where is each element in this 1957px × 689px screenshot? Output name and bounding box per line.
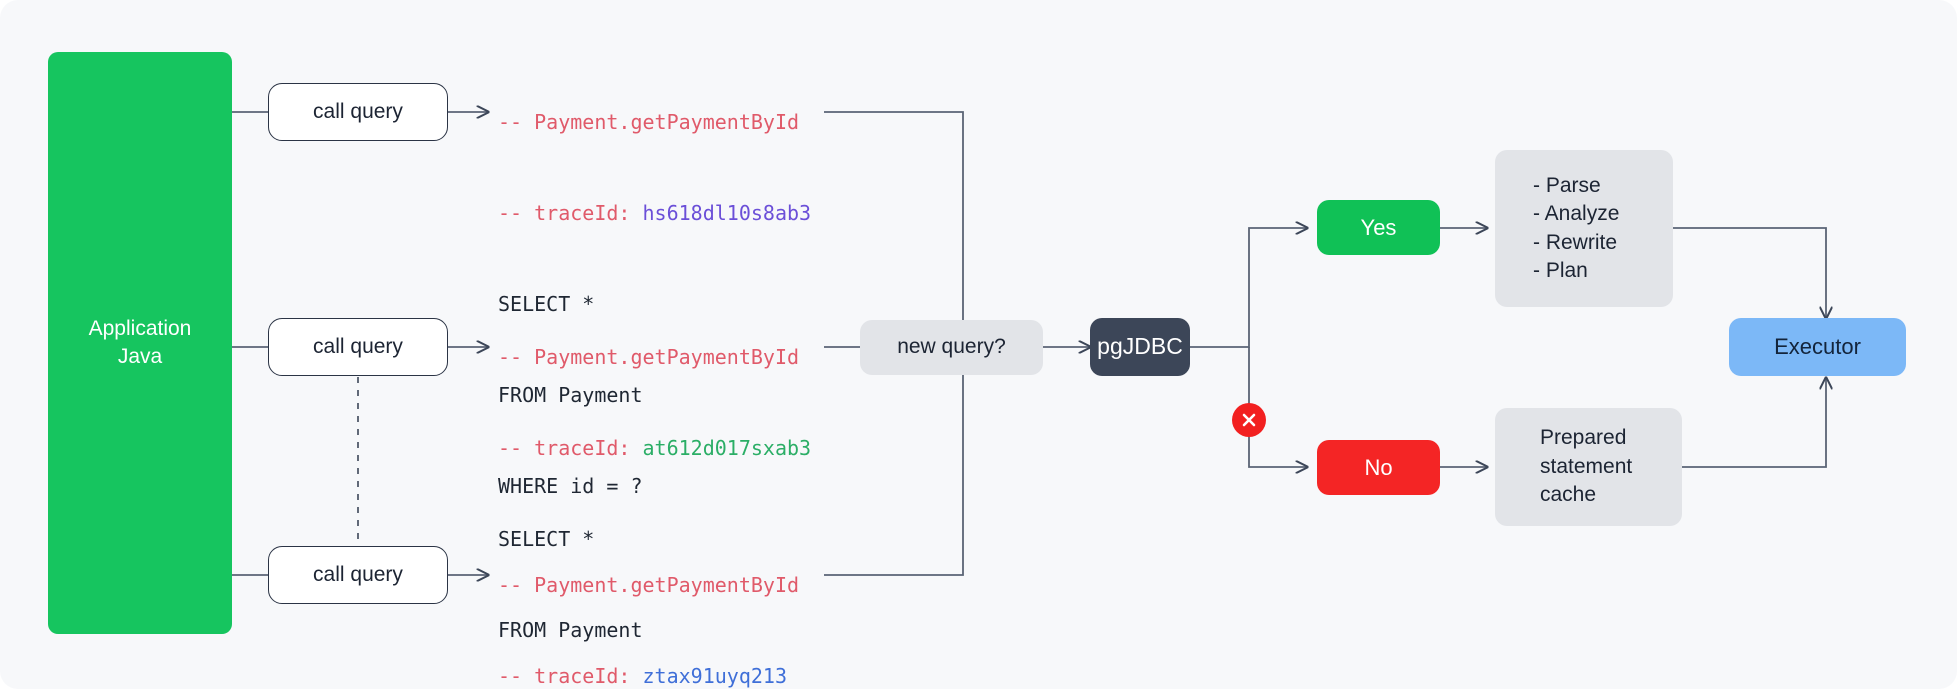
sql-3-trace-line: -- traceId: ztax91uyq213 xyxy=(498,661,799,689)
wire-cache-to-executor xyxy=(1682,378,1826,468)
planner-step-parse: - Parse xyxy=(1533,173,1601,197)
node-call-query-3[interactable]: call query xyxy=(268,546,448,604)
wire-sql1-to-decision xyxy=(824,111,964,347)
call-query-label-3: call query xyxy=(313,562,403,586)
node-executor[interactable]: Executor xyxy=(1729,318,1906,376)
planner-step-plan: - Plan xyxy=(1533,258,1588,282)
sql-3-comment: -- Payment.getPaymentById xyxy=(498,572,800,597)
node-pgjdbc[interactable]: pgJDBC xyxy=(1090,318,1190,376)
node-prepared-statement-cache[interactable]: Prepared statement cache xyxy=(1495,408,1682,526)
sql-2-trace-label: -- traceId: xyxy=(498,435,643,460)
cache-line-2: statement xyxy=(1540,454,1633,478)
sql-1-trace-label: -- traceId: xyxy=(498,200,643,225)
no-label: No xyxy=(1364,454,1393,480)
sql-1-trace-id: hs618dl10s8ab3 xyxy=(642,200,812,225)
node-yes[interactable]: Yes xyxy=(1317,200,1440,255)
cache-line-3: cache xyxy=(1540,483,1597,507)
sql-1-trace-line: -- traceId: hs618dl10s8ab3 xyxy=(498,198,811,228)
sql-2-comment: -- Payment.getPaymentById xyxy=(498,344,800,369)
wire-pgjdbc-to-yes xyxy=(1190,228,1307,348)
diagram-canvas: Application Java call query call query c… xyxy=(0,0,1957,689)
call-query-label-1: call query xyxy=(313,99,403,123)
call-query-label-2: call query xyxy=(313,334,403,358)
error-x-icon xyxy=(1232,403,1266,437)
application-line-2: Java xyxy=(117,345,163,368)
sql-2-trace-line: -- traceId: at612d017sxab3 xyxy=(498,433,811,463)
node-application-java[interactable]: Application Java xyxy=(48,52,232,634)
planner-step-rewrite: - Rewrite xyxy=(1533,230,1618,254)
node-planner-steps[interactable]: - Parse - Analyze - Rewrite - Plan xyxy=(1495,150,1673,307)
wire-sql3-to-decision xyxy=(824,347,964,576)
wire-planner-to-executor xyxy=(1673,227,1826,318)
node-call-query-2[interactable]: call query xyxy=(268,318,448,376)
node-no[interactable]: No xyxy=(1317,440,1440,495)
node-new-query-decision[interactable]: new query? xyxy=(860,320,1043,375)
executor-label: Executor xyxy=(1774,334,1861,360)
application-line-1: Application xyxy=(88,316,192,340)
sql-3-trace-id: ztax91uyq213 xyxy=(642,663,788,688)
pgjdbc-label: pgJDBC xyxy=(1097,333,1183,360)
yes-label: Yes xyxy=(1360,214,1397,240)
planner-step-analyze: - Analyze xyxy=(1533,202,1620,226)
new-query-label: new query? xyxy=(897,335,1006,359)
sql-1-comment: -- Payment.getPaymentById xyxy=(498,109,800,134)
cache-line-1: Prepared xyxy=(1540,426,1627,450)
sql-2-trace-id: at612d017sxab3 xyxy=(642,435,812,460)
sql-3-trace-label: -- traceId: xyxy=(498,663,643,688)
sql-block-3: -- Payment.getPaymentById -- traceId: zt… xyxy=(498,509,799,689)
node-call-query-1[interactable]: call query xyxy=(268,83,448,141)
